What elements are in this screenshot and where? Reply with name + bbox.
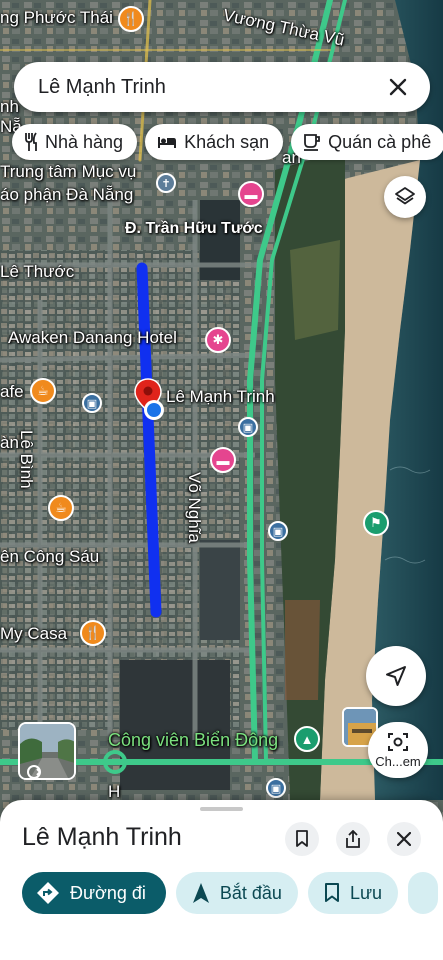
road-label: Đ. Trần Hữu Tước [125,220,263,237]
hotel-icon [158,137,177,148]
map-label: nh [0,97,19,116]
lens-button-label: Ch...em [375,753,421,769]
hotel-poi-icon[interactable]: ✱ [205,327,231,353]
cafe-poi-icon[interactable]: ☕ [30,378,56,404]
coffee-icon [304,134,321,151]
map-label: ng Phước Thái [0,8,113,27]
navigation-arrow-icon [386,666,406,686]
bookmark-icon [324,883,339,902]
chip-label: Quán cà phê [328,131,432,152]
bus-stop-icon[interactable]: ▣ [238,417,258,437]
road-label: Lê Thước [0,262,75,281]
start-button[interactable]: Bắt đầu [175,872,298,914]
chip-restaurants[interactable]: Nhà hàng [12,124,138,160]
map-label: ên Công Sáu [0,547,100,566]
map-label: My Casa [0,624,68,643]
place-bottom-sheet[interactable]: Lê Mạnh Trinh Đường đi Bắt đầu Lưu [0,800,443,960]
road-label: Lê Bình [17,430,36,489]
share-icon [346,830,360,848]
layers-button[interactable] [384,176,426,218]
road-label: Võ Nghĩa [185,472,204,543]
share-button[interactable] [336,822,370,856]
bus-stop-icon[interactable]: ▣ [268,521,288,541]
church-poi-icon[interactable]: ✝ [156,173,176,193]
chip-label: Khách sạn [184,131,270,152]
my-location-dot-icon [144,400,164,420]
directions-label: Đường đi [70,882,146,903]
chip-label: Nhà hàng [45,131,124,152]
road-label: H [108,782,121,801]
map-label: Trung tâm Mục vụ [0,162,137,181]
cafe-poi-icon[interactable]: ☕ [48,495,74,521]
clear-search-button[interactable] [386,75,410,99]
layers-icon [395,187,415,205]
save-place-button[interactable] [285,822,319,856]
map-label: áo phận Đà Nẵng [0,185,134,204]
start-label: Bắt đầu [219,882,282,903]
lens-button[interactable]: Ch...em [368,722,428,778]
close-icon [397,832,411,846]
save-label: Lưu [349,882,383,903]
hotel-poi-icon[interactable]: ▬ [210,447,236,473]
search-query[interactable]: Lê Mạnh Trinh [38,76,386,99]
close-icon [389,78,407,96]
navigation-arrow-icon [192,883,209,903]
beach-poi-icon[interactable]: ⚑ [363,510,389,536]
more-actions-button[interactable] [408,872,439,914]
restaurant-poi-icon[interactable]: 🍴 [80,620,106,646]
category-chips: Nhà hàng Khách sạn Quán cà phê [12,124,443,160]
street-view-thumbnail[interactable] [18,722,76,780]
my-location-button[interactable] [366,646,426,706]
street-view-image [20,724,74,778]
chip-hotels[interactable]: Khách sạn [145,124,284,160]
save-button[interactable]: Lưu [307,872,399,914]
sheet-drag-handle[interactable] [200,807,243,811]
place-title: Lê Mạnh Trinh [22,823,182,851]
close-sheet-button[interactable] [387,822,421,856]
map-label: àn [0,433,19,452]
bookmark-icon [296,830,308,847]
camera-icon [388,732,408,751]
map-label: Lê Mạnh Trinh [166,387,275,406]
bus-stop-icon[interactable]: ▣ [266,778,286,798]
map-label: Awaken Danang Hotel [8,328,177,347]
directions-button[interactable]: Đường đi [22,872,166,914]
hotel-poi-icon[interactable]: ▬ [238,181,264,207]
park-label: Công viên Biển Đông [108,730,279,750]
action-buttons: Đường đi Bắt đầu Lưu [22,872,439,914]
restaurant-poi-icon[interactable]: 🍴 [118,6,144,32]
restaurant-icon [25,132,37,151]
search-bar[interactable]: Lê Mạnh Trinh [14,62,430,112]
chip-cafes[interactable]: Quán cà phê [291,124,443,160]
directions-icon [37,882,59,904]
bus-stop-icon[interactable]: ▣ [82,393,102,413]
map-label: afe [0,382,24,401]
park-poi-icon[interactable]: ▲ [294,726,320,752]
